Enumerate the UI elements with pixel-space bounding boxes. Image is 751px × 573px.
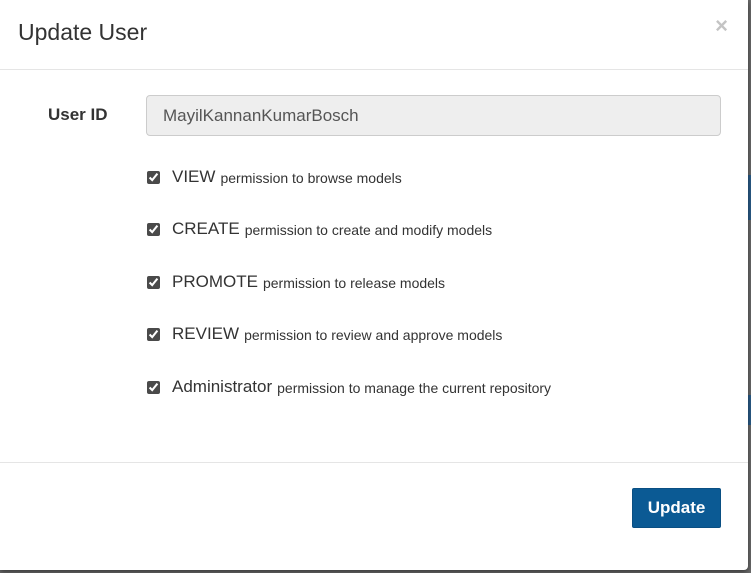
- permission-promote: PROMOTE permission to release models: [146, 270, 445, 294]
- permission-create-checkbox[interactable]: [147, 222, 160, 236]
- permission-description: permission to review and approve models: [244, 327, 503, 343]
- permission-name: REVIEW: [172, 324, 240, 343]
- user-id-input[interactable]: [146, 95, 721, 136]
- dialog-footer: Update: [0, 462, 748, 571]
- permission-administrator-checkbox[interactable]: [147, 380, 160, 394]
- permission-description: permission to manage the current reposit…: [277, 380, 552, 396]
- dialog-title: Update User: [18, 19, 148, 45]
- permission-description: permission to release models: [262, 275, 446, 291]
- permission-description: permission to browse models: [220, 170, 402, 186]
- update-user-dialog: Update User × User ID VIEW permission to…: [0, 0, 748, 570]
- update-button[interactable]: Update: [632, 488, 721, 528]
- permission-promote-checkbox[interactable]: [147, 275, 160, 289]
- dialog-header: Update User ×: [0, 0, 748, 70]
- user-id-label: User ID: [48, 105, 108, 124]
- permission-administrator: Administrator permission to manage the c…: [146, 375, 551, 399]
- permission-create: CREATE permission to create and modify m…: [146, 217, 492, 241]
- permission-review-checkbox[interactable]: [147, 327, 160, 341]
- permission-name: Administrator: [172, 377, 273, 396]
- permission-name: CREATE: [172, 219, 240, 238]
- close-button[interactable]: ×: [715, 15, 728, 37]
- permission-description: permission to create and modify models: [244, 222, 493, 238]
- permission-name: VIEW: [172, 167, 216, 186]
- permission-name: PROMOTE: [172, 272, 258, 291]
- permission-view: VIEW permission to browse models: [146, 165, 402, 189]
- permission-review: REVIEW permission to review and approve …: [146, 322, 502, 346]
- permission-view-checkbox[interactable]: [147, 170, 160, 184]
